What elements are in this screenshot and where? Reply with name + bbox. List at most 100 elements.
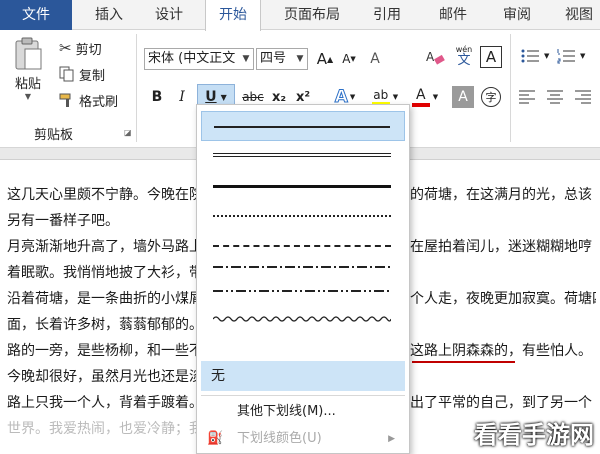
- change-case-icon: A: [370, 51, 380, 67]
- font-size-combo[interactable]: 四号 ▼: [256, 48, 308, 70]
- underline-color-label: 下划线颜色(U): [237, 431, 322, 446]
- shrink-font-button[interactable]: A ▼: [338, 48, 360, 70]
- chevron-down-icon: ▼: [242, 54, 250, 64]
- character-border-button[interactable]: A: [480, 46, 502, 68]
- group-separator: [136, 34, 137, 142]
- format-painter-button[interactable]: 格式刷: [58, 90, 130, 110]
- font-color-bar: [411, 102, 430, 107]
- underline-option-single[interactable]: [201, 111, 405, 141]
- copy-button[interactable]: 复制: [58, 64, 118, 84]
- clear-formatting-button[interactable]: A: [424, 46, 448, 70]
- ribbon-tab-bar: 文件 插入 设计 开始 页面布局 引用 邮件 审阅 视图: [0, 0, 600, 31]
- none-label: 无: [211, 368, 225, 384]
- underline-option-none[interactable]: 无: [201, 361, 405, 391]
- clipboard-icon: [15, 37, 42, 70]
- align-right-button[interactable]: [572, 86, 594, 108]
- phonetic-guide-button[interactable]: wén 文: [452, 42, 476, 70]
- strikethrough-icon: abc: [242, 90, 264, 104]
- tab-review[interactable]: 审阅: [494, 0, 540, 30]
- tab-design[interactable]: 设计: [146, 0, 192, 30]
- chevron-down-icon: ▼: [296, 54, 304, 64]
- format-painter-label: 格式刷: [79, 94, 119, 110]
- italic-icon: I: [179, 89, 185, 105]
- underline-option-dotted[interactable]: [201, 201, 405, 231]
- italic-button[interactable]: I: [172, 86, 192, 108]
- enclose-characters-icon: 字: [481, 87, 501, 107]
- more-underlines-item[interactable]: 其他下划线(M)...: [237, 401, 336, 423]
- bullets-button[interactable]: [518, 44, 542, 68]
- doc-line-5a: 沿着荷塘，是一条曲折的小煤屑: [7, 291, 203, 307]
- character-shading-icon: A: [458, 89, 468, 105]
- grow-font-button[interactable]: A ▲: [314, 48, 336, 70]
- format-painter-icon: [59, 93, 71, 107]
- tab-file[interactable]: 文件: [0, 0, 72, 30]
- numbering-icon: [557, 49, 575, 64]
- phonetic-char: 文: [457, 52, 471, 68]
- underline-option-dash-dot-dot[interactable]: [201, 281, 405, 311]
- chevron-down-icon: ▼: [432, 93, 439, 101]
- align-left-icon: [519, 90, 535, 104]
- bold-button[interactable]: B: [147, 86, 167, 108]
- underline-option-thin-double[interactable]: [201, 143, 405, 173]
- character-shading-button[interactable]: A: [452, 86, 474, 108]
- tab-view[interactable]: 视图: [558, 0, 600, 30]
- tab-page-layout[interactable]: 页面布局: [276, 0, 348, 30]
- scissors-icon: ✂: [59, 39, 72, 57]
- paste-button[interactable]: 粘贴 ▼: [6, 36, 50, 102]
- tab-references[interactable]: 引用: [364, 0, 410, 30]
- subscript-icon: x₂: [271, 89, 287, 105]
- font-name-combo[interactable]: 宋体 (中文正文 ▼: [144, 48, 254, 70]
- paste-label: 粘贴: [14, 77, 41, 92]
- doc-line-3a: 月亮渐渐地升高了，墙外马路上: [7, 239, 203, 255]
- paint-bucket-icon: ⛽: [207, 431, 224, 446]
- underline-option-wavy[interactable]: [201, 309, 405, 339]
- underline-color-item[interactable]: ⛽ 下划线颜色(U) ▶: [203, 427, 403, 451]
- wavy-line: [213, 316, 391, 322]
- underline-icon: U: [205, 89, 217, 105]
- doc-line-1a: 这几天心里颇不宁静。今晚在院: [7, 187, 203, 203]
- tab-insert[interactable]: 插入: [86, 0, 132, 30]
- doc-line-8a: 今晚却很好，虽然月光也还是淡: [7, 369, 203, 385]
- watermark-text: 看看手游网: [474, 421, 594, 449]
- chevron-down-icon[interactable]: ▼: [544, 52, 549, 60]
- font-color-glyph: A: [416, 86, 426, 103]
- doc-line-7a: 路的一旁，是些杨柳，和一些不: [7, 343, 203, 359]
- font-color-button[interactable]: A ▼: [408, 84, 442, 110]
- underline-style-menu: 无 其他下划线(M)... ⛽ 下划线颜色(U) ▶: [196, 104, 410, 454]
- chevron-down-icon[interactable]: ▼: [580, 52, 585, 60]
- dialog-launcher-icon[interactable]: ◪: [124, 128, 132, 137]
- cut-button[interactable]: ✂ 剪切: [58, 38, 118, 58]
- tab-mailings[interactable]: 邮件: [430, 0, 476, 30]
- doc-line-9b: 出了平常的自己，到了另一个: [410, 395, 592, 411]
- doc-line-7b: 这路上阴森森的，有些怕人。: [410, 343, 592, 359]
- tab-home[interactable]: 开始: [205, 0, 261, 31]
- chevron-down-icon: ▼: [349, 93, 356, 101]
- numbering-button[interactable]: [554, 44, 578, 68]
- grow-font-icon: A: [316, 50, 328, 68]
- font-size-value: 四号: [260, 51, 287, 66]
- underline-option-thick[interactable]: [201, 171, 405, 201]
- align-left-button[interactable]: [516, 86, 538, 108]
- eraser-icon: A: [426, 50, 445, 65]
- font-color-icon: A: [411, 86, 430, 107]
- chevron-down-icon: ▼: [24, 92, 32, 101]
- clipboard-group-label: 剪贴板: [34, 128, 74, 143]
- menu-separator: [201, 395, 405, 396]
- align-right-icon: [575, 90, 591, 104]
- svg-text:A: A: [426, 50, 435, 64]
- watermark-logo: 看看手游网: [474, 415, 594, 450]
- chevron-down-icon: ▼: [392, 93, 399, 101]
- doc-line-9a: 路上只我一个人，背着手踱着。: [7, 395, 203, 411]
- align-center-button[interactable]: [544, 86, 566, 108]
- doc-line-3b: 在屋拍着闰儿，迷迷糊糊地哼: [410, 239, 592, 255]
- change-case-button[interactable]: A: [364, 48, 386, 70]
- copy-icon: [59, 66, 74, 82]
- chevron-down-icon: ▼: [220, 92, 227, 102]
- cut-label: 剪切: [75, 42, 102, 58]
- character-border-icon: A: [485, 48, 497, 66]
- doc-line-10a: 世界。我爱热闹，也爱冷静；我: [7, 421, 203, 437]
- doc-line-4a: 着眠歌。我悄悄地披了大衫，带: [7, 265, 203, 281]
- enclose-characters-button[interactable]: 字: [480, 86, 502, 108]
- doc-line-5b: 个人走，夜晚更加寂寞。荷塘四: [410, 291, 596, 307]
- more-underlines-label: 其他下划线(M)...: [237, 404, 336, 419]
